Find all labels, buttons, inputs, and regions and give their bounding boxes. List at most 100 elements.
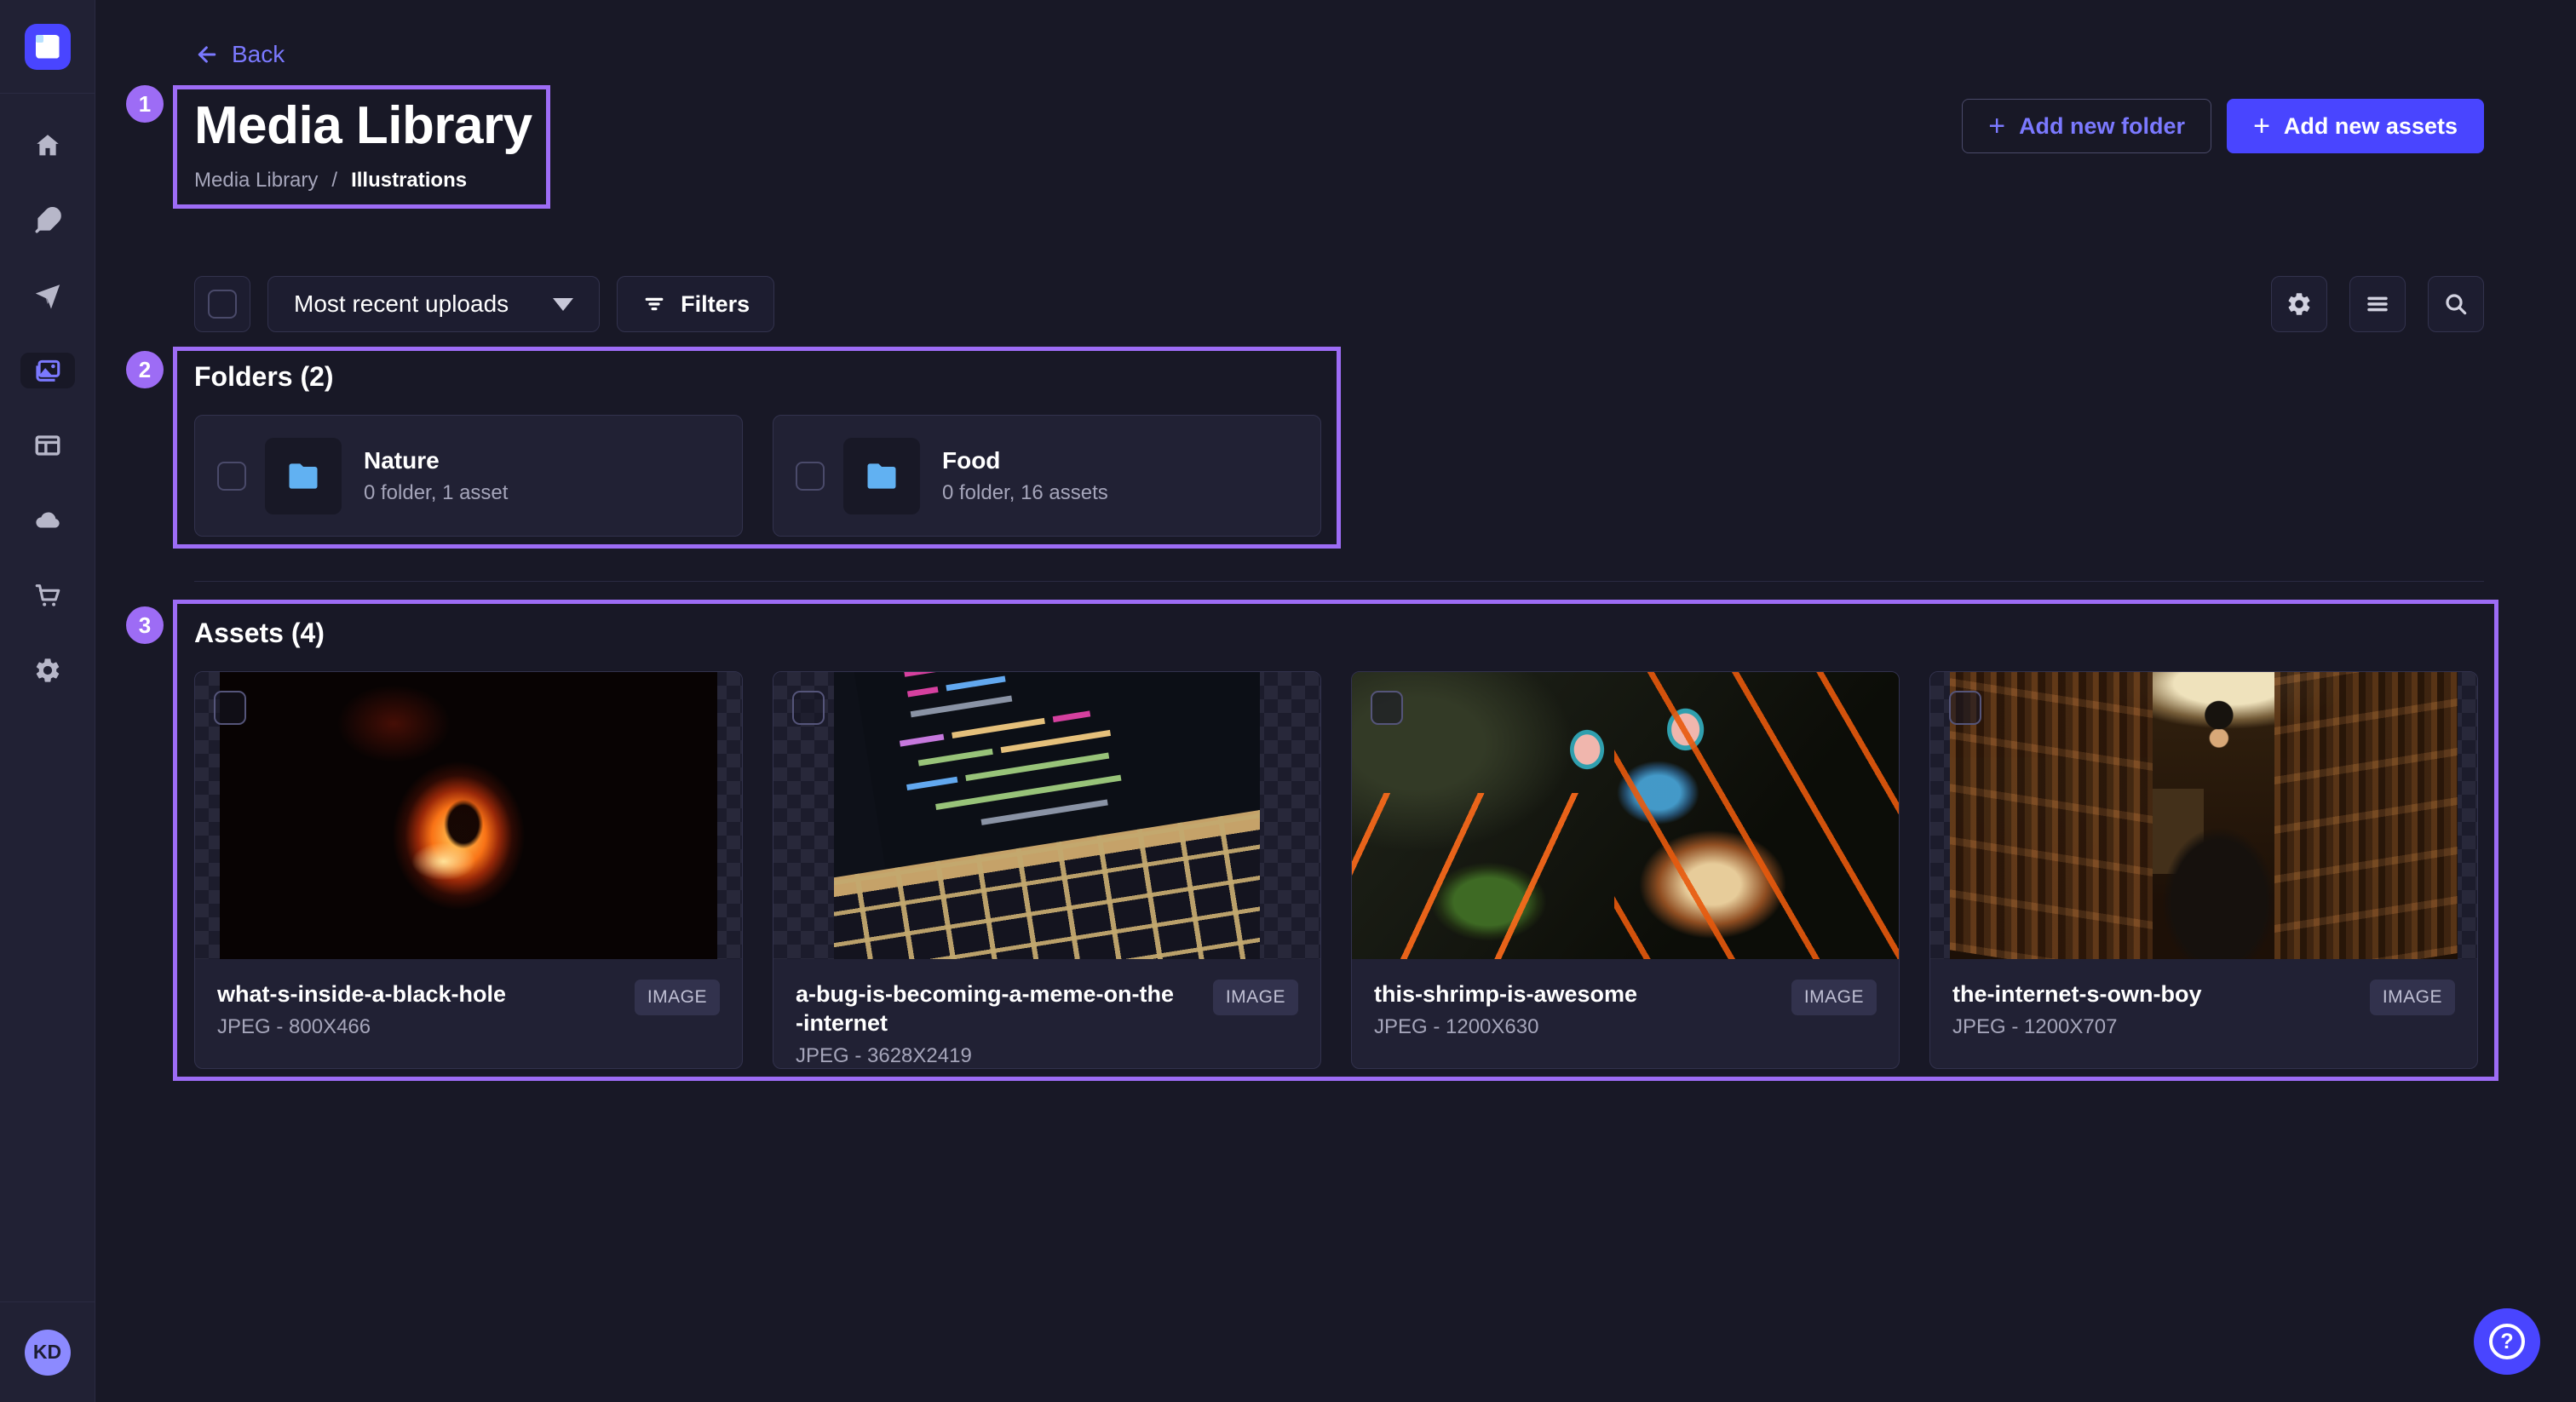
asset-type-badge: IMAGE xyxy=(635,980,720,1015)
add-assets-label: Add new assets xyxy=(2284,113,2458,140)
asset-checkbox[interactable] xyxy=(214,691,246,725)
sidebar-item-releases[interactable] xyxy=(20,278,75,313)
filter-icon xyxy=(641,291,667,317)
media-library-icon xyxy=(33,356,62,385)
add-new-assets-button[interactable]: + Add new assets xyxy=(2227,99,2484,153)
asset-footer: what-s-inside-a-black-hole JPEG - 800X46… xyxy=(195,959,742,1039)
sort-dropdown[interactable]: Most recent uploads xyxy=(267,276,600,332)
sidebar-item-deploy[interactable] xyxy=(20,503,75,538)
folder-meta: 0 folder, 1 asset xyxy=(364,481,508,505)
feather-icon xyxy=(33,206,62,235)
select-all-checkbox[interactable] xyxy=(194,276,250,332)
page-title: Media Library xyxy=(194,99,532,153)
asset-meta: JPEG - 1200X630 xyxy=(1374,1015,1877,1039)
toolbar-left: Most recent uploads Filters xyxy=(194,276,774,332)
sort-value: Most recent uploads xyxy=(294,290,509,318)
folder-checkbox[interactable] xyxy=(217,462,246,491)
folder-name: Nature xyxy=(364,447,508,474)
page-header: Media Library Media Library / Illustrati… xyxy=(194,99,2484,192)
folder-checkbox[interactable] xyxy=(796,462,825,491)
sidebar: KD xyxy=(0,0,95,1402)
asset-checkbox[interactable] xyxy=(1371,691,1403,725)
asset-thumbnail xyxy=(195,672,742,959)
folder-meta: 0 folder, 16 assets xyxy=(942,481,1108,505)
sidebar-header xyxy=(0,0,95,94)
folder-icon xyxy=(863,457,900,495)
list-view-button[interactable] xyxy=(2349,276,2406,332)
breadcrumb: Media Library / Illustrations xyxy=(194,169,532,192)
toolbar-right xyxy=(2271,276,2484,332)
paper-plane-icon xyxy=(33,281,62,310)
asset-card-internets-own-boy[interactable]: the-internet-s-own-boy JPEG - 1200X707 I… xyxy=(1929,671,2478,1069)
add-folder-label: Add new folder xyxy=(2019,113,2185,140)
filters-button[interactable]: Filters xyxy=(617,276,774,332)
folders-heading: Folders (2) xyxy=(194,361,2484,393)
cart-icon xyxy=(33,581,62,610)
asset-type-badge: IMAGE xyxy=(1791,980,1877,1015)
sidebar-item-content[interactable] xyxy=(20,203,75,238)
sidebar-item-content-type-builder[interactable] xyxy=(20,428,75,463)
list-icon xyxy=(2364,290,2391,318)
main-content: Back Media Library Media Library / Illus… xyxy=(95,0,2576,1402)
arrow-left-icon xyxy=(194,42,220,67)
asset-meta: JPEG - 3628X2419 xyxy=(796,1044,1298,1068)
code-laptop-image xyxy=(834,672,1260,959)
library-portrait-image xyxy=(1950,672,2458,959)
strapi-logo-icon[interactable] xyxy=(25,24,71,70)
asset-thumbnail xyxy=(1352,672,1899,959)
assets-grid: what-s-inside-a-black-hole JPEG - 800X46… xyxy=(194,671,2484,1069)
add-new-folder-button[interactable]: + Add new folder xyxy=(1962,99,2211,153)
breadcrumb-separator: / xyxy=(331,169,337,192)
back-label: Back xyxy=(232,41,285,68)
folder-icon xyxy=(285,457,322,495)
sidebar-item-marketplace[interactable] xyxy=(20,577,75,613)
asset-card-bug-meme[interactable]: a-bug-is-becoming-a-meme-on-the-internet… xyxy=(773,671,1321,1069)
search-icon xyxy=(2442,290,2470,318)
question-mark-icon: ? xyxy=(2489,1324,2525,1359)
configure-view-button[interactable] xyxy=(2271,276,2327,332)
assets-heading: Assets (4) xyxy=(194,618,2484,649)
asset-footer: the-internet-s-own-boy JPEG - 1200X707 I… xyxy=(1930,959,2477,1039)
help-button[interactable]: ? xyxy=(2474,1308,2540,1375)
folders-list: Nature 0 folder, 1 asset Food 0 folder, … xyxy=(194,415,2484,537)
mantis-shrimp-image xyxy=(1352,672,1899,959)
back-link[interactable]: Back xyxy=(194,41,285,68)
sidebar-item-media-library[interactable] xyxy=(20,353,75,388)
home-icon xyxy=(33,131,62,160)
asset-checkbox[interactable] xyxy=(792,691,825,725)
asset-card-shrimp[interactable]: this-shrimp-is-awesome JPEG - 1200X630 I… xyxy=(1351,671,1900,1069)
sidebar-item-home[interactable] xyxy=(20,128,75,164)
cloud-icon xyxy=(33,506,62,535)
asset-thumbnail xyxy=(773,672,1320,959)
user-avatar[interactable]: KD xyxy=(25,1330,71,1376)
folder-tile xyxy=(265,438,342,514)
chevron-down-icon xyxy=(553,298,573,311)
toolbar: Most recent uploads Filters xyxy=(194,276,2484,332)
section-divider xyxy=(194,581,2484,582)
folder-info: Food 0 folder, 16 assets xyxy=(942,447,1108,505)
asset-type-badge: IMAGE xyxy=(2370,980,2455,1015)
asset-checkbox[interactable] xyxy=(1949,691,1981,725)
folder-tile xyxy=(843,438,920,514)
folder-name: Food xyxy=(942,447,1108,474)
asset-card-black-hole[interactable]: what-s-inside-a-black-hole JPEG - 800X46… xyxy=(194,671,743,1069)
search-button[interactable] xyxy=(2428,276,2484,332)
layout-icon xyxy=(33,431,62,460)
asset-footer: this-shrimp-is-awesome JPEG - 1200X630 I… xyxy=(1352,959,1899,1039)
logo-glyph-accent xyxy=(36,35,43,43)
gear-icon xyxy=(33,656,62,685)
checkbox xyxy=(208,290,237,319)
folder-card-food[interactable]: Food 0 folder, 16 assets xyxy=(773,415,1321,537)
sidebar-item-settings[interactable] xyxy=(20,652,75,688)
folder-card-nature[interactable]: Nature 0 folder, 1 asset xyxy=(194,415,743,537)
asset-thumbnail xyxy=(1930,672,2477,959)
breadcrumb-current: Illustrations xyxy=(351,169,467,192)
breadcrumb-parent[interactable]: Media Library xyxy=(194,169,318,192)
folder-info: Nature 0 folder, 1 asset xyxy=(364,447,508,505)
gear-icon xyxy=(2286,290,2313,318)
header-actions: + Add new folder + Add new assets xyxy=(1962,99,2484,153)
sidebar-nav xyxy=(0,94,95,688)
asset-type-badge: IMAGE xyxy=(1213,980,1298,1015)
asset-footer: a-bug-is-becoming-a-meme-on-the-internet… xyxy=(773,959,1320,1068)
sidebar-footer: KD xyxy=(0,1301,95,1402)
